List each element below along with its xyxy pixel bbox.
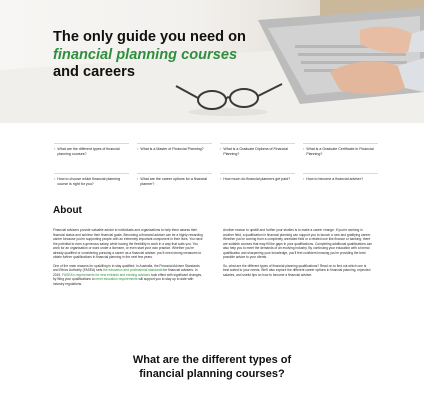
quick-link[interactable]: › What is a Graduate Certificate in Finan…: [303, 143, 378, 167]
about-paragraph: Financial advisers provide valuable advi…: [53, 228, 203, 260]
quick-link[interactable]: › What is a Master of Financial Planning?: [137, 143, 212, 167]
arrow-right-icon: ›: [54, 176, 56, 181]
education-standards-link[interactable]: the education and professional standards: [103, 268, 162, 272]
about-paragraph: So, what are the different types of fina…: [223, 263, 371, 277]
page-title: The only guide you need on financial pla…: [53, 29, 253, 82]
arrow-right-icon: ›: [303, 146, 305, 151]
quick-link[interactable]: › How to become a financial adviser?: [303, 173, 378, 197]
arrow-right-icon: ›: [137, 176, 139, 181]
section-heading-line2: financial planning courses?: [139, 368, 285, 380]
arrow-right-icon: ›: [54, 146, 56, 151]
education-requirements-link[interactable]: meet education requirements: [95, 277, 137, 281]
about-paragraph: Another reason to upskill and further yo…: [223, 228, 373, 260]
page-title-accent: financial planning courses: [53, 46, 238, 63]
fasea-requirements-link[interactable]: FASEA's requirements for new entrants an…: [62, 273, 150, 277]
quick-link[interactable]: › What are the career options for a finan…: [137, 173, 212, 197]
quick-link-label: What are the career options for a financ…: [140, 177, 208, 186]
section-heading: What are the different types of financia…: [0, 353, 424, 381]
quick-link-label: What is a Master of Financial Planning?: [140, 147, 204, 151]
quick-link-label: How to become a financial adviser?: [306, 177, 364, 181]
section-heading-line1: What are the different types of: [132, 354, 292, 366]
quick-link[interactable]: › How to choose which financial planning …: [54, 173, 129, 197]
arrow-right-icon: ›: [303, 176, 305, 181]
quick-link-label: What are the different types of financia…: [57, 147, 120, 156]
arrow-right-icon: ›: [220, 146, 222, 151]
about-paragraph: One of the main reasons for upskilling i…: [53, 264, 203, 287]
about-heading: About: [53, 205, 82, 216]
page-title-line1: The only guide you need on: [53, 29, 246, 45]
about-left-column: Financial advisers provide valuable advi…: [53, 228, 203, 291]
arrow-right-icon: ›: [137, 146, 139, 151]
about-right-column: Another reason to upskill and further yo…: [223, 228, 373, 281]
quick-link-label: How much do financial planners get paid?: [223, 177, 291, 181]
arrow-right-icon: ›: [220, 176, 222, 181]
quick-link-label: What is a Graduate Diploma of Financial …: [223, 147, 288, 156]
quick-link[interactable]: › What is a Graduate Diploma of Financial…: [220, 143, 295, 167]
quick-link-label: What is a Graduate Certificate in Financ…: [306, 147, 374, 156]
quick-link[interactable]: › What are the different types of financi…: [54, 143, 129, 167]
quick-link[interactable]: › How much do financial planners get paid…: [220, 173, 295, 197]
quick-link-label: How to choose which financial planning c…: [57, 177, 121, 186]
page-title-rest: and careers: [53, 64, 135, 80]
hero-banner: The only guide you need on financial pla…: [0, 0, 424, 123]
quick-links: › What are the different types of financi…: [54, 143, 378, 197]
